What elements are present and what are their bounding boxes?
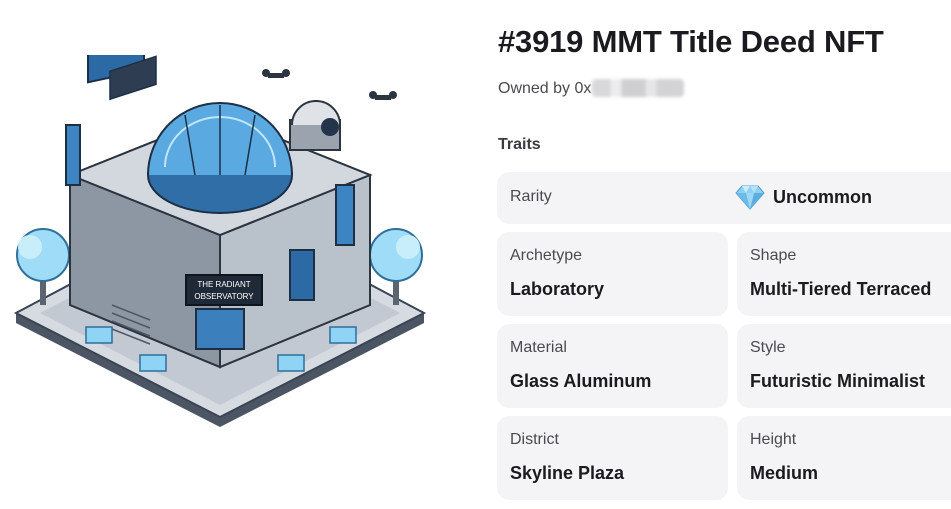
trait-value: Uncommon bbox=[773, 186, 872, 207]
trait-value: Skyline Plaza bbox=[510, 463, 625, 483]
trait-card-rarity: Rarity Uncommon bbox=[497, 172, 951, 224]
trait-card-material: Material Glass Aluminum bbox=[497, 324, 728, 408]
trait-label: District bbox=[510, 431, 559, 448]
trait-label: Material bbox=[510, 339, 567, 356]
owner-label: Owned by 0x bbox=[498, 80, 592, 97]
owner-line: Owned by 0x bbox=[498, 79, 685, 98]
trait-value: Laboratory bbox=[510, 279, 605, 299]
trait-card-style: Style Futuristic Minimalist bbox=[737, 324, 951, 408]
trait-card-shape: Shape Multi-Tiered Terraced bbox=[737, 232, 951, 316]
trait-card-archetype: Archetype Laboratory bbox=[497, 232, 728, 316]
trait-label: Rarity bbox=[510, 188, 552, 205]
trait-value: Glass Aluminum bbox=[510, 371, 652, 391]
sign-line-2: OBSERVATORY bbox=[194, 292, 254, 301]
diamond-icon bbox=[735, 185, 765, 210]
sign-line-1: THE RADIANT bbox=[197, 280, 250, 289]
trait-value: Multi-Tiered Terraced bbox=[750, 279, 932, 299]
traits-heading: Traits bbox=[498, 136, 541, 153]
rarity-value: Uncommon bbox=[735, 184, 872, 210]
trait-card-district: District Skyline Plaza bbox=[497, 416, 728, 500]
trait-label: Archetype bbox=[510, 247, 583, 264]
nft-image: THE RADIANT OBSERVATORY bbox=[13, 55, 427, 427]
trait-label: Height bbox=[750, 431, 797, 448]
trait-label: Shape bbox=[750, 247, 797, 264]
trait-card-height: Height Medium bbox=[737, 416, 951, 500]
trait-label: Style bbox=[750, 339, 786, 356]
page-title: #3919 MMT Title Deed NFT bbox=[498, 24, 884, 59]
trait-value: Medium bbox=[750, 463, 819, 483]
drone-icon bbox=[262, 69, 397, 100]
owner-address-redacted[interactable] bbox=[592, 79, 685, 97]
trait-value: Futuristic Minimalist bbox=[750, 371, 926, 391]
